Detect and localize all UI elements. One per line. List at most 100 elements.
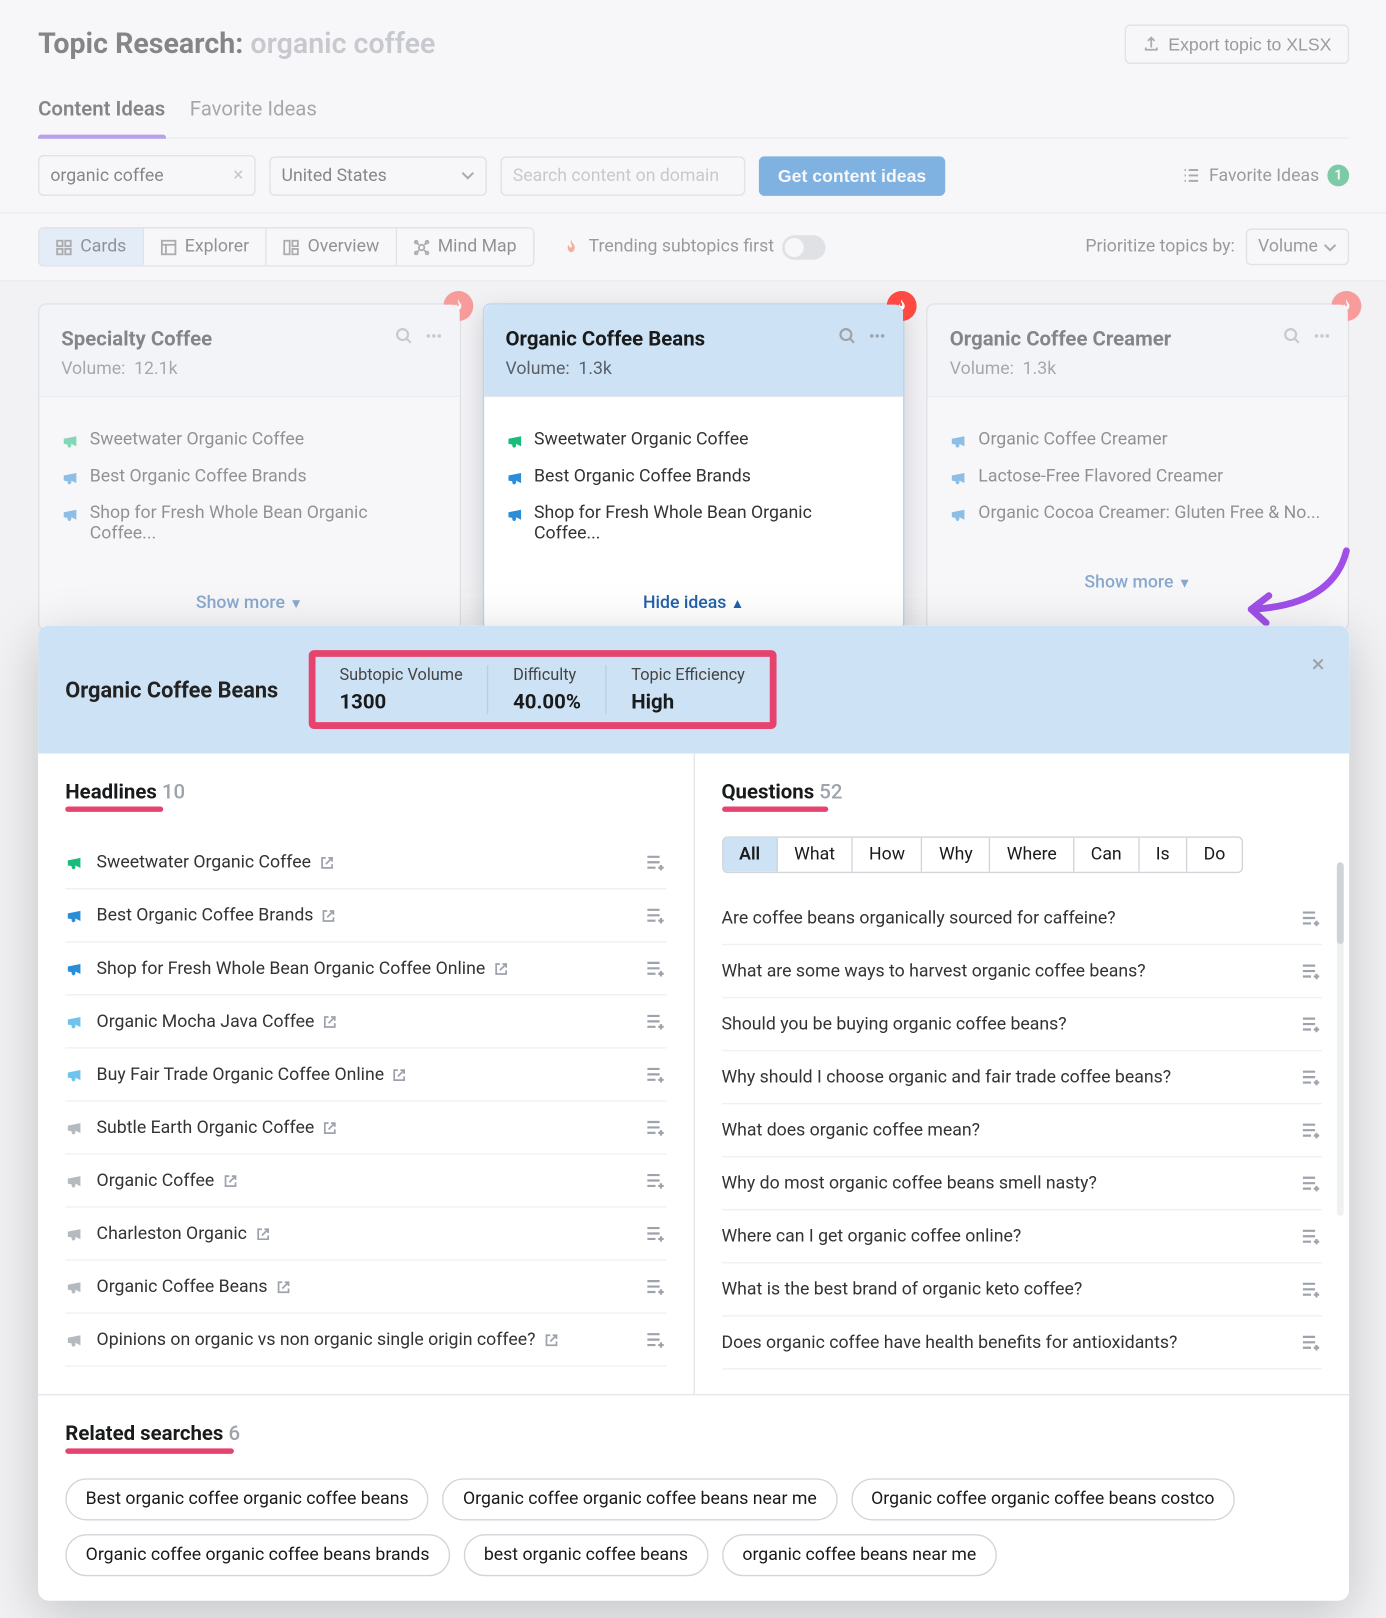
view-mind-map[interactable]: Mind Map [397,228,533,265]
question-filter-is[interactable]: Is [1139,838,1187,872]
add-to-list-icon[interactable] [644,957,666,979]
add-to-list-icon[interactable] [1300,1066,1322,1088]
search-icon[interactable] [1283,326,1302,345]
add-to-list-icon[interactable] [644,1276,666,1298]
related-chip[interactable]: Best organic coffee organic coffee beans [65,1478,429,1520]
add-to-list-icon[interactable] [644,1329,666,1351]
related-chip[interactable]: Organic coffee organic coffee beans bran… [65,1534,450,1576]
card-volume: Volume: 12.1k [61,359,437,379]
question-row[interactable]: Why should I choose organic and fair tra… [721,1051,1321,1104]
trending-toggle[interactable] [782,235,826,259]
clear-icon[interactable]: × [233,165,243,187]
view-explorer[interactable]: Explorer [144,228,267,265]
view-overview[interactable]: Overview [267,228,397,265]
headline-row[interactable]: Charleston Organic [65,1208,665,1261]
question-row[interactable]: Does organic coffee have health benefits… [721,1316,1321,1369]
question-filter-how[interactable]: How [853,838,923,872]
more-icon[interactable] [1312,326,1331,345]
question-row[interactable]: What are some ways to harvest organic co… [721,945,1321,998]
card-item: Best Organic Coffee Brands [505,466,881,486]
question-row[interactable]: Where can I get organic coffee online? [721,1210,1321,1263]
question-row[interactable]: Should you be buying organic coffee bean… [721,998,1321,1051]
search-icon[interactable] [394,326,413,345]
megaphone-icon [950,432,968,450]
card-item: Organic Cocoa Creamer: Gluten Free & No.… [950,503,1326,523]
add-to-list-icon[interactable] [1300,907,1322,929]
add-to-list-icon[interactable] [644,1010,666,1032]
topic-card[interactable]: Specialty Coffee Volume: 12.1k Sweetwate… [38,303,461,631]
domain-search-input[interactable]: Search content on domain [500,156,745,195]
question-filter-can[interactable]: Can [1074,838,1139,872]
metric: Subtopic Volume1300 [315,665,489,714]
headline-row[interactable]: Organic Coffee [65,1155,665,1208]
add-to-list-icon[interactable] [1300,1013,1322,1035]
question-filter-why[interactable]: Why [923,838,991,872]
question-row[interactable]: Are coffee beans organically sourced for… [721,892,1321,945]
card-item: Lactose-Free Flavored Creamer [950,466,1326,486]
page-title: Topic Research: organic coffee [38,28,435,61]
headline-row[interactable]: Organic Coffee Beans [65,1261,665,1314]
scrollbar[interactable] [1337,862,1344,1216]
country-select[interactable]: United States [269,156,487,195]
card-toggle[interactable]: Show more ▼ [39,577,459,630]
question-filter-what[interactable]: What [778,838,853,872]
headline-row[interactable]: Best Organic Coffee Brands [65,889,665,942]
question-filter-all[interactable]: All [723,838,778,872]
add-to-list-icon[interactable] [644,1223,666,1245]
external-link-icon [392,1067,407,1082]
add-to-list-icon[interactable] [1300,1331,1322,1353]
card-toggle[interactable]: Hide ideas ▲ [484,577,904,630]
topic-card[interactable]: Organic Coffee Creamer Volume: 1.3k Orga… [927,303,1350,631]
headline-row[interactable]: Organic Mocha Java Coffee [65,996,665,1049]
favorite-ideas-label: Favorite Ideas [1209,165,1319,185]
tab-content-ideas[interactable]: Content Ideas [38,97,165,138]
question-row[interactable]: What does organic coffee mean? [721,1104,1321,1157]
add-to-list-icon[interactable] [644,1170,666,1192]
add-to-list-icon[interactable] [644,1117,666,1139]
prioritize-select[interactable]: Volume [1246,228,1349,265]
prioritize-value: Volume [1258,237,1318,257]
megaphone-icon [65,1066,83,1084]
headline-row[interactable]: Sweetwater Organic Coffee [65,836,665,889]
fire-icon [561,237,580,256]
favorite-ideas-link[interactable]: Favorite Ideas 1 [1182,165,1349,187]
megaphone-icon [65,1119,83,1137]
add-to-list-icon[interactable] [1300,1172,1322,1194]
card-toggle[interactable]: Show more ▼ [928,556,1348,609]
add-to-list-icon[interactable] [644,1064,666,1086]
card-title: Organic Coffee Creamer [950,326,1326,350]
view-cards[interactable]: Cards [39,228,144,265]
topic-input[interactable]: organic coffee × [38,155,256,196]
chevron-down-icon [1323,240,1337,254]
question-row[interactable]: Why do most organic coffee beans smell n… [721,1157,1321,1210]
export-button[interactable]: Export topic to XLSX [1125,24,1349,63]
headlines-title: Headlines 10 [65,779,185,803]
megaphone-icon [505,432,523,450]
question-filter-do[interactable]: Do [1187,838,1241,872]
more-icon[interactable] [424,326,443,345]
topic-card[interactable]: Organic Coffee Beans Volume: 1.3k Sweetw… [482,303,905,631]
headline-row[interactable]: Shop for Fresh Whole Bean Organic Coffee… [65,942,665,995]
add-to-list-icon[interactable] [1300,1278,1322,1300]
more-icon[interactable] [868,326,887,345]
add-to-list-icon[interactable] [644,851,666,873]
get-content-ideas-button[interactable]: Get content ideas [759,156,945,195]
related-chip[interactable]: organic coffee beans near me [722,1534,997,1576]
tab-favorite-ideas[interactable]: Favorite Ideas [190,97,317,138]
question-filter-where[interactable]: Where [990,838,1074,872]
related-chip[interactable]: Organic coffee organic coffee beans cost… [851,1478,1235,1520]
megaphone-icon [505,506,523,524]
headline-row[interactable]: Opinions on organic vs non organic singl… [65,1314,665,1367]
headline-row[interactable]: Buy Fair Trade Organic Coffee Online [65,1049,665,1102]
add-to-list-icon[interactable] [1300,1119,1322,1141]
add-to-list-icon[interactable] [1300,960,1322,982]
headline-row[interactable]: Subtle Earth Organic Coffee [65,1102,665,1155]
search-icon[interactable] [838,326,857,345]
close-icon[interactable]: × [1312,650,1325,679]
related-chip[interactable]: best organic coffee beans [463,1534,708,1576]
add-to-list-icon[interactable] [644,904,666,926]
add-to-list-icon[interactable] [1300,1225,1322,1247]
related-chip[interactable]: Organic coffee organic coffee beans near… [443,1478,838,1520]
megaphone-icon [950,469,968,487]
question-row[interactable]: What is the best brand of organic keto c… [721,1263,1321,1316]
